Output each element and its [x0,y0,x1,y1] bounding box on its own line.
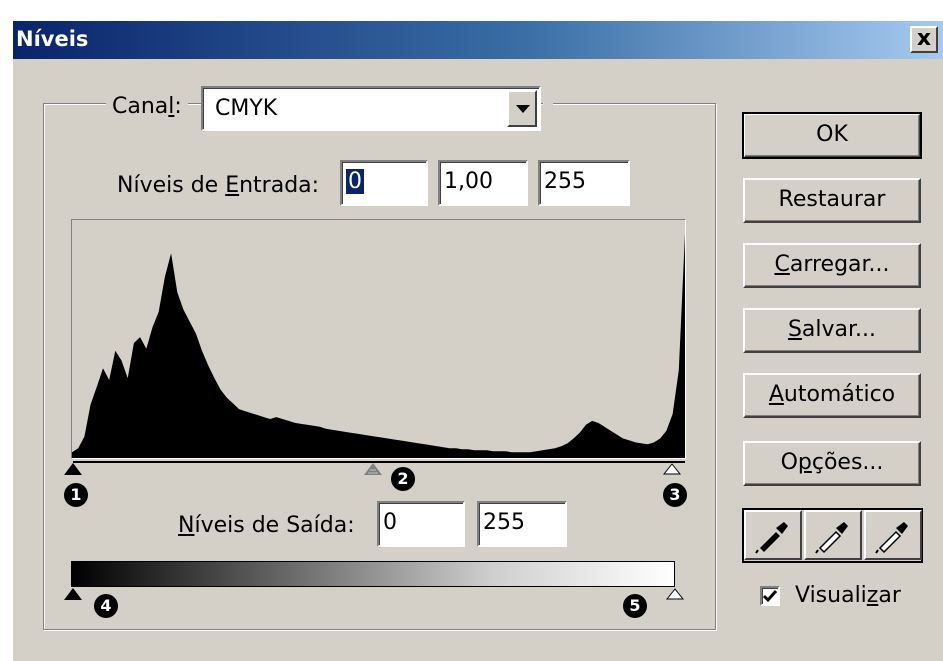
title-bar[interactable]: Níveis x [13,21,943,59]
options-button[interactable]: Opções... [743,441,921,486]
channel-label: Canal: [106,94,188,119]
output-white-field[interactable]: 255 [477,501,567,547]
input-black-slider[interactable] [64,463,82,475]
auto-button[interactable]: Automático [743,373,921,418]
black-eyedropper-icon [755,522,788,554]
histogram-chart [72,233,685,458]
output-black-field[interactable]: 0 [377,501,465,547]
channel-value: CMYK [215,96,278,121]
grey-eyedropper-icon [815,522,848,554]
chevron-down-icon[interactable] [507,90,537,127]
input-levels-label: Níveis de Entrada: [117,173,320,198]
output-gradient-bar [71,561,675,587]
histogram-silhouette [72,233,685,458]
output-white-slider[interactable] [666,588,684,600]
ok-button[interactable]: OK [742,112,922,159]
callout-4: 4 [94,594,118,618]
input-gamma-slider[interactable] [364,463,382,475]
levels-dialog: Níveis x Canal: CMYK Níveis de Entrada: … [12,20,943,661]
checkmark-icon [762,590,778,603]
save-button[interactable]: Salvar... [743,308,921,353]
callout-5: 5 [623,594,647,618]
output-black-slider[interactable] [64,588,82,600]
input-gamma-field[interactable]: 1,00 [438,160,528,206]
restore-button[interactable]: Restaurar [743,178,921,223]
close-button[interactable]: x [910,26,938,53]
preview-label: Visualizar [795,583,901,608]
input-white-field[interactable]: 255 [538,160,630,206]
callout-3: 3 [663,483,687,507]
histogram-panel [71,219,686,459]
input-black-field[interactable]: 0 [340,160,428,206]
callout-2: 2 [391,467,415,491]
white-eyedropper-button[interactable] [864,510,922,560]
channel-select[interactable]: CMYK [201,86,541,131]
black-eyedropper-button[interactable] [744,510,802,560]
preview-checkbox[interactable] [760,586,780,606]
output-levels-label: Níveis de Saída: [178,513,355,538]
white-eyedropper-icon [875,522,908,554]
load-button[interactable]: Carregar... [743,243,921,288]
grey-eyedropper-button[interactable] [804,510,862,560]
window-title: Níveis [16,27,89,51]
callout-1: 1 [64,483,88,507]
input-white-slider[interactable] [663,463,681,475]
